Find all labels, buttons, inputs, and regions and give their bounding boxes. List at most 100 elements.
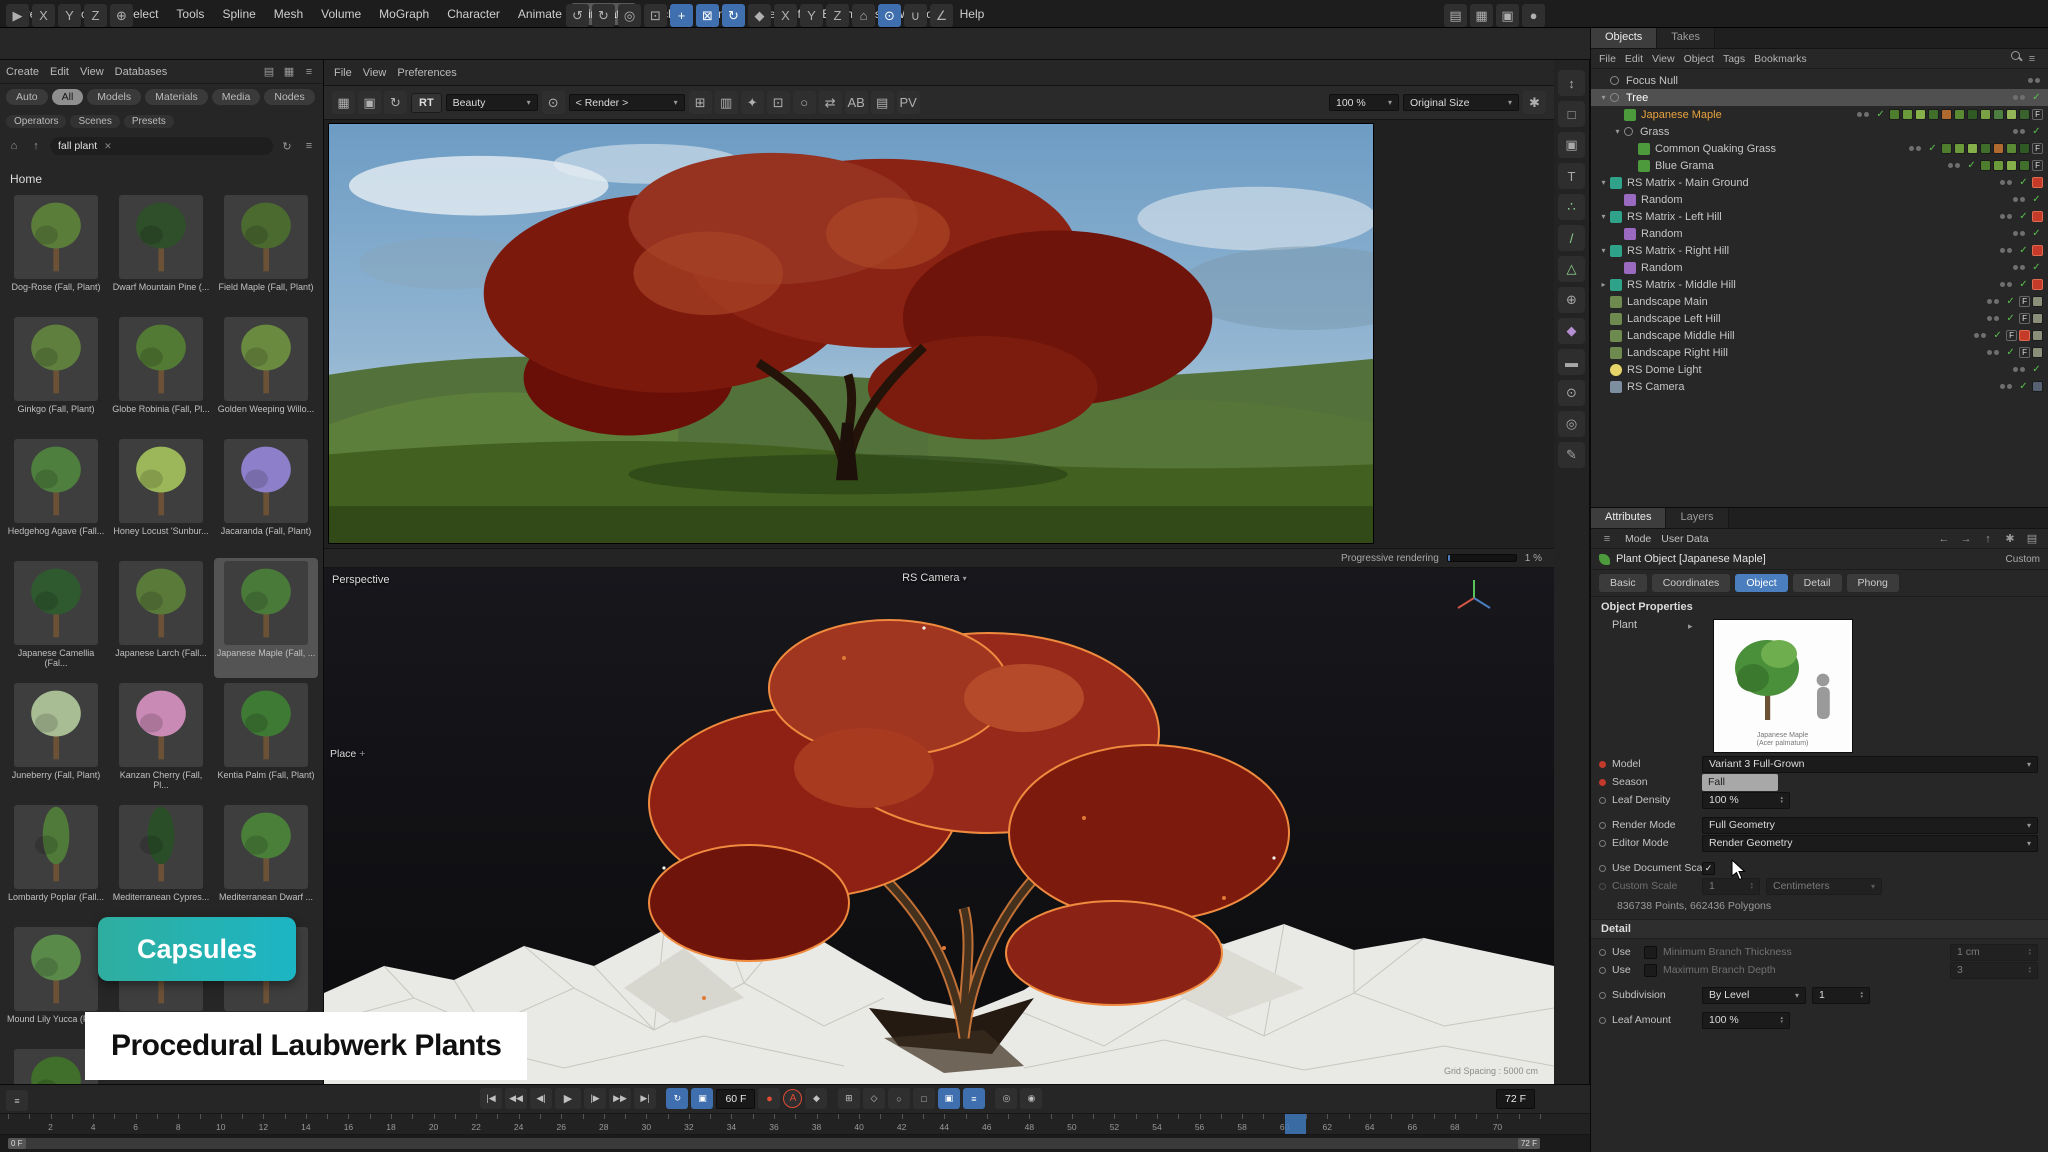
asset-item[interactable]: Jacaranda (Fall, Plant) (214, 436, 318, 556)
render-menu-file[interactable]: File (334, 67, 352, 79)
points-mode-icon[interactable]: ∴ (1558, 194, 1585, 220)
browser-menu-create[interactable]: Create (6, 66, 39, 78)
asset-item[interactable]: Lombardy Poplar (Fall... (4, 802, 108, 922)
keyframe-dot[interactable] (1599, 761, 1606, 768)
attr-tab-layers[interactable]: Layers (1666, 508, 1728, 528)
keyframe-dot[interactable] (1599, 797, 1606, 804)
visibility-dots[interactable] (2013, 367, 2025, 372)
object-row[interactable]: Random✓ (1591, 225, 2048, 242)
keyframe-dot[interactable] (1599, 1017, 1606, 1024)
object-row[interactable]: Common Quaking Grass✓F (1591, 140, 2048, 157)
material-swatch[interactable] (2019, 160, 2030, 171)
enabled-check-icon[interactable]: ✓ (1965, 160, 1978, 171)
edges-mode-icon[interactable]: / (1558, 225, 1585, 251)
asset-item[interactable]: Kanzan Cherry (Fall, Pl... (109, 680, 213, 800)
object-row[interactable]: ▾RS Matrix - Left Hill✓ (1591, 208, 2048, 225)
enabled-check-icon[interactable]: ✓ (2030, 126, 2043, 137)
phong-tag-icon[interactable]: F (2019, 313, 2030, 324)
rect-selection-icon[interactable]: ⊡ (644, 4, 667, 27)
phong-tag-icon[interactable]: F (2019, 296, 2030, 307)
asset-item[interactable]: Juneberry (Fall, Plant) (4, 680, 108, 800)
object-row[interactable]: Blue Grama✓F (1591, 157, 2048, 174)
browser-menu-icon[interactable]: ≡ (301, 64, 317, 80)
attr-menu-icon[interactable]: ≡ (1599, 531, 1615, 547)
texture-tag-icon[interactable] (2032, 347, 2043, 358)
attr-page-detail[interactable]: Detail (1793, 574, 1842, 592)
enabled-check-icon[interactable]: ✓ (2017, 211, 2030, 222)
checkbox[interactable] (1644, 946, 1657, 959)
category-scenes[interactable]: Scenes (70, 115, 119, 128)
picture-viewer-icon[interactable]: ▤ (871, 91, 894, 114)
asset-item[interactable]: Dog-Rose (Fall, Plant) (4, 192, 108, 312)
menu-item-mograph[interactable]: MoGraph (370, 3, 438, 25)
material-swatch[interactable] (1967, 143, 1978, 154)
zoom-select[interactable]: 100 %▾ (1329, 94, 1399, 111)
spinner-icon[interactable]: ▴▾ (1860, 991, 1863, 999)
redshift-tag-icon[interactable] (2032, 211, 2043, 222)
viewport-label[interactable]: Perspective (332, 574, 389, 586)
attr-number[interactable]: 100 %▴▾ (1702, 792, 1790, 809)
filter-auto[interactable]: Auto (6, 89, 48, 105)
x-lock-button[interactable]: X (32, 4, 55, 27)
undo-icon[interactable]: ↺ (566, 4, 589, 27)
material-swatch[interactable] (1902, 109, 1913, 120)
scale-tool-icon[interactable]: ⊠ (696, 4, 719, 27)
redo-icon[interactable]: ↻ (592, 4, 615, 27)
material-swatch[interactable] (1993, 109, 2004, 120)
material-swatch[interactable] (2006, 143, 2017, 154)
place-tool-label[interactable]: Place + (330, 748, 365, 760)
grid-view-icon[interactable]: ▤ (261, 64, 277, 80)
attr-number[interactable]: 1▴▾ (1812, 987, 1870, 1004)
material-swatch[interactable] (1980, 160, 1991, 171)
clear-search-icon[interactable]: ✕ (104, 141, 112, 152)
film-tag-icon[interactable] (2032, 381, 2043, 392)
end-frame-field[interactable]: 72 F (1496, 1089, 1535, 1109)
visibility-dots[interactable] (2000, 214, 2012, 219)
rotate-tool-icon[interactable]: ↻ (722, 4, 745, 27)
mode-menu[interactable]: Mode (1625, 533, 1651, 545)
asset-item[interactable]: Golden Weeping Willo... (214, 314, 318, 434)
perspective-viewport[interactable]: Perspective RS Camera ▾ Place + Grid Spa… (324, 568, 1554, 1084)
enabled-check-icon[interactable]: ✓ (2030, 262, 2043, 273)
live-selection-icon[interactable]: ◎ (618, 4, 641, 27)
expand-icon[interactable]: ▾ (1597, 93, 1610, 102)
om-menu-bookmarks[interactable]: Bookmarks (1754, 53, 1807, 65)
attr-page-phong[interactable]: Phong (1847, 574, 1899, 592)
material-swatch[interactable] (1993, 143, 2004, 154)
workplane-icon[interactable]: ▬ (1558, 349, 1585, 375)
filter-nodes[interactable]: Nodes (264, 89, 314, 105)
sound-button[interactable]: ◎ (995, 1088, 1017, 1109)
browser-menu-edit[interactable]: Edit (50, 66, 69, 78)
expand-icon[interactable]: ▾ (1611, 127, 1624, 136)
spinner-icon[interactable]: ▴▾ (2028, 948, 2031, 956)
camera-label[interactable]: RS Camera ▾ (902, 572, 967, 584)
object-mode-icon[interactable]: ▣ (1558, 132, 1585, 158)
search-input[interactable]: fall plant ✕ (50, 137, 273, 155)
pan-view-icon[interactable]: ↕ (1558, 70, 1585, 96)
object-row[interactable]: Random✓ (1591, 259, 2048, 276)
z-axis-icon[interactable]: Z (826, 4, 849, 27)
record-pla-button[interactable]: ▣ (938, 1088, 960, 1109)
expand-icon[interactable]: ▾ (1597, 246, 1610, 255)
spinner-icon[interactable]: ▴▾ (1750, 882, 1753, 890)
pv-icon[interactable]: PV (897, 91, 920, 114)
enabled-check-icon[interactable]: ✓ (2004, 313, 2017, 324)
magnet-icon[interactable]: ∪ (904, 4, 927, 27)
material-swatch[interactable] (1941, 143, 1952, 154)
attr-page-coordinates[interactable]: Coordinates (1652, 574, 1731, 592)
list-icon[interactable]: ▤ (2024, 531, 2040, 547)
phong-tag-icon[interactable]: F (2032, 160, 2043, 171)
asset-item[interactable]: Kentia Palm (Fall, Plant) (214, 680, 318, 800)
last-tool-icon[interactable]: ◆ (748, 4, 771, 27)
object-row[interactable]: Japanese Maple✓F (1591, 106, 2048, 123)
enabled-check-icon[interactable]: ✓ (1874, 109, 1887, 120)
redshift-tag-icon[interactable] (2019, 330, 2030, 341)
filter-models[interactable]: Models (87, 89, 141, 105)
visibility-dots[interactable] (2000, 282, 2012, 287)
asset-item[interactable]: Dwarf Mountain Pine (... (109, 192, 213, 312)
enabled-check-icon[interactable]: ✓ (1926, 143, 1939, 154)
object-row[interactable]: Random✓ (1591, 191, 2048, 208)
region-render-icon[interactable]: ⊡ (767, 91, 790, 114)
attr-page-basic[interactable]: Basic (1599, 574, 1647, 592)
visibility-dots[interactable] (1987, 316, 1999, 321)
